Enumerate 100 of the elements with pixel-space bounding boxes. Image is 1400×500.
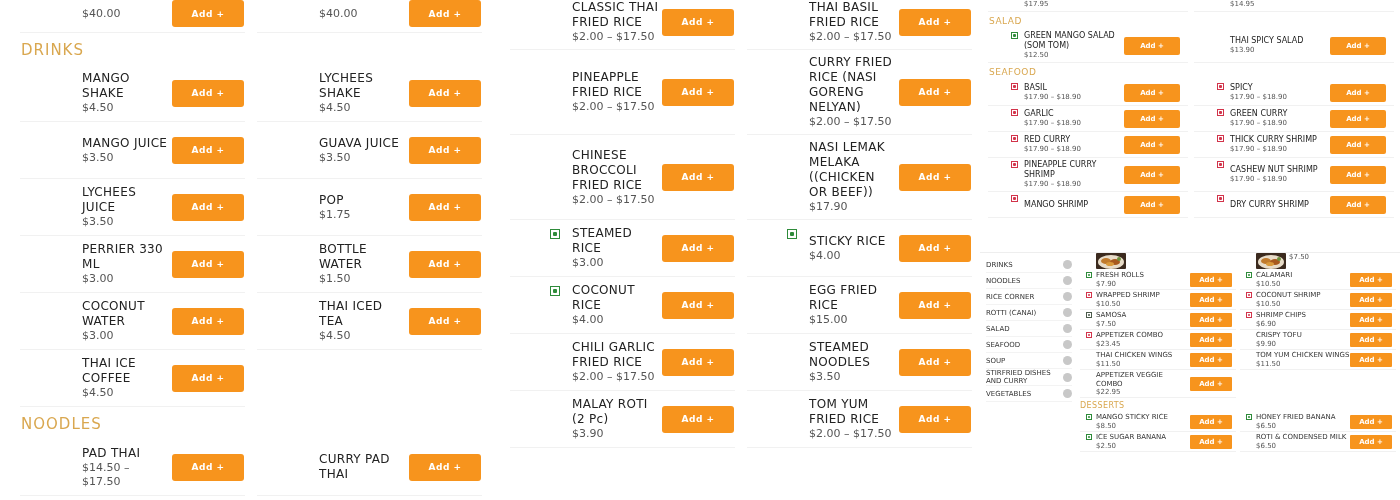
item-name: PAD THAI [82, 445, 142, 461]
add-button[interactable]: Add + [409, 307, 481, 335]
item-name: MANGO JUICE [82, 135, 169, 151]
item-name: CLASSIC THAI FRIED RICE [572, 0, 660, 30]
add-button[interactable]: Add + [172, 136, 244, 164]
item-price: $15.00 [809, 313, 849, 327]
item-name: GREEN CURRY [1230, 109, 1289, 119]
add-button[interactable]: Add + [899, 8, 971, 36]
item-price: $2.00 – $17.50 [572, 100, 656, 114]
item-price: $3.00 [82, 329, 115, 343]
add-button[interactable]: Add + [662, 234, 734, 262]
add-button[interactable]: Add + [899, 348, 971, 376]
add-button[interactable]: Add + [172, 307, 244, 335]
item-price: $40.00 [319, 6, 359, 21]
add-button[interactable]: Add + [172, 79, 244, 107]
item-price: $4.00 [572, 313, 605, 327]
section-heading: DRINKS [20, 40, 85, 61]
add-button[interactable]: Add + [172, 364, 244, 392]
add-button[interactable]: Add + [172, 453, 244, 481]
add-button[interactable]: Add + [899, 234, 971, 262]
item-name: BOTTLE WATER [319, 242, 368, 272]
item-price: $14.50 – $17.50 [82, 460, 131, 489]
item-price: $3.50 [82, 215, 115, 229]
item-price: $1.50 [319, 272, 352, 286]
add-button[interactable]: Add + [662, 78, 734, 106]
item-name: LYCHEES SHAKE [319, 71, 375, 101]
item-name: TOM YUM FRIED RICE [809, 397, 881, 427]
item-price: $4.50 [82, 101, 115, 115]
add-button[interactable]: Add + [409, 0, 481, 27]
item-name: PERRIER 330 ML [82, 242, 164, 272]
item-price: $3.50 [319, 150, 352, 165]
count-circle-icon [1063, 372, 1072, 382]
item-name: MANGO SHAKE [82, 71, 131, 101]
item-price: $4.50 [82, 386, 115, 400]
item-price: $17.90 [809, 200, 849, 214]
item-name: THICK CURRY SHRIMP [1230, 135, 1318, 145]
item-name: THAI ICED TEA [319, 299, 384, 329]
add-button[interactable]: Add + [899, 405, 971, 433]
item-name: RED CURRY [1024, 135, 1072, 145]
count-circle-icon [1063, 276, 1072, 285]
count-circle-icon [1063, 292, 1072, 301]
item-name: DRY CURRY SHRIMP [1230, 199, 1310, 210]
section-heading: NOODLES [20, 414, 103, 435]
item-price: $3.00 [572, 256, 605, 270]
add-button[interactable]: Add + [409, 453, 481, 481]
item-name: CASHEW NUT SHRIMP [1230, 165, 1319, 175]
item-name: GARLIC [1024, 109, 1055, 119]
section-heading: SALAD [988, 15, 1023, 28]
add-button[interactable]: Add + [409, 136, 481, 164]
add-button[interactable]: Add + [899, 163, 971, 191]
add-button[interactable]: Add + [172, 193, 244, 221]
item-price: $2.00 – $17.50 [809, 30, 893, 44]
item-price: $2.00 – $17.50 [809, 115, 893, 129]
item-name: EGG FRIED RICE [809, 283, 879, 313]
add-button[interactable]: Add + [899, 291, 971, 319]
item-name: SPICY [1230, 83, 1254, 93]
item-name: CHINESE BROCCOLI FRIED RICE [572, 147, 644, 193]
item-price: $3.50 [809, 370, 842, 384]
section-heading: DESSERTS [1080, 400, 1126, 412]
item-name: COCONUT WATER [82, 299, 146, 329]
item-price: $3.50 [82, 150, 115, 165]
add-button[interactable]: Add + [662, 348, 734, 376]
add-button[interactable]: Add + [662, 291, 734, 319]
add-button[interactable]: Add + [899, 78, 971, 106]
item-name: THAI SPICY SALAD [1230, 36, 1305, 46]
item-name: PINEAPPLE FRIED RICE [572, 70, 644, 100]
item-price: $2.00 – $17.50 [809, 427, 893, 441]
item-name: THAI BASIL FRIED RICE [809, 0, 881, 30]
count-circle-icon [1063, 260, 1072, 269]
add-button[interactable]: Add + [662, 163, 734, 191]
add-button[interactable]: Add + [662, 8, 734, 36]
item-name: MANGO SHRIMP [1024, 199, 1090, 210]
item-name: NASI LEMAK MELAKA ((CHICKEN OR BEEF)) [809, 140, 886, 200]
item-name: LYCHEES JUICE [82, 185, 138, 215]
add-button[interactable]: Add + [409, 79, 481, 107]
item-price: $2.00 – $17.50 [572, 30, 656, 44]
item-name: STEAMED RICE [572, 226, 633, 256]
item-price: $3.90 [572, 427, 605, 441]
section-heading: SEAFOOD [988, 66, 1038, 79]
add-button[interactable]: Add + [172, 250, 244, 278]
item-price: $4.50 [319, 101, 352, 115]
item-name: MALAY ROTI (2 Pc) [572, 397, 649, 427]
item-name: POP [319, 192, 345, 208]
item-price: $4.50 [319, 329, 352, 343]
count-circle-icon [1063, 324, 1072, 333]
item-price: $40.00 [82, 6, 122, 21]
item-name: GREEN MANGO SALAD (SOM TOM) [1024, 31, 1116, 51]
add-button[interactable]: Add + [662, 405, 734, 433]
item-price: $2.00 – $17.50 [572, 370, 656, 384]
add-button[interactable]: Add + [409, 193, 481, 221]
item-name: BASIL [1024, 83, 1048, 93]
add-button[interactable]: Add + [172, 0, 244, 27]
item-name: CURRY FRIED RICE (NASI GORENG NELYAN) [809, 55, 894, 115]
count-circle-icon [1063, 308, 1072, 317]
count-circle-icon [1063, 356, 1072, 365]
add-button[interactable]: Add + [409, 250, 481, 278]
count-circle-icon [1063, 340, 1072, 349]
item-price: $3.00 [82, 272, 115, 286]
item-price: $1.75 [319, 207, 352, 222]
item-price: $4.00 [809, 248, 842, 263]
